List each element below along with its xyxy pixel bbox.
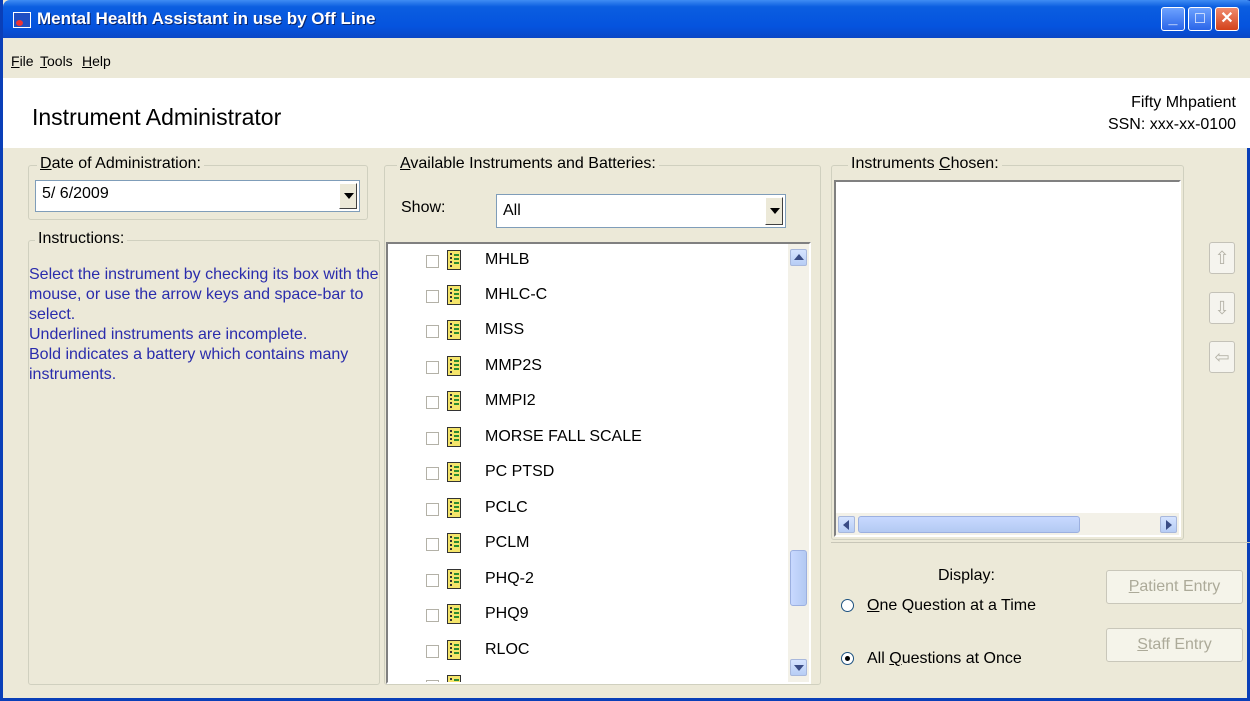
scroll-right-icon[interactable] xyxy=(1160,516,1177,533)
instructions-label: Instructions: xyxy=(35,230,128,248)
instrument-icon xyxy=(447,498,461,518)
checkbox[interactable] xyxy=(426,680,439,682)
app-window: Mental Health Assistant in use by Off Li… xyxy=(0,0,1250,701)
date-picker[interactable]: 5/ 6/2009 xyxy=(35,180,360,212)
checkbox[interactable] xyxy=(426,467,439,480)
instrument-icon xyxy=(447,640,461,660)
move-down-button[interactable]: ⇩ xyxy=(1209,292,1235,324)
scroll-thumb[interactable] xyxy=(858,516,1080,533)
instrument-icon xyxy=(447,285,461,305)
scroll-thumb[interactable] xyxy=(790,550,807,606)
show-filter-select[interactable]: All xyxy=(496,194,786,228)
radio-button[interactable] xyxy=(841,652,854,665)
instrument-icon xyxy=(447,427,461,447)
checkbox[interactable] xyxy=(426,255,439,268)
list-item[interactable]: MHLC-C xyxy=(388,283,778,317)
instruction-line: Bold indicates a battery which contains … xyxy=(29,346,349,383)
patient-entry-button[interactable]: Patient Entry xyxy=(1106,570,1243,604)
app-icon[interactable] xyxy=(13,12,31,28)
radio-button[interactable] xyxy=(841,599,854,612)
title-bar[interactable]: Mental Health Assistant in use by Off Li… xyxy=(3,0,1250,38)
remove-button[interactable]: ⇦ xyxy=(1209,341,1235,373)
menu-bar: File Tools Help xyxy=(3,38,1250,78)
menu-file[interactable]: File xyxy=(11,53,34,69)
patient-ssn: SSN: xxx-xx-0100 xyxy=(1107,116,1236,133)
date-group-label: Date of Administration: xyxy=(37,155,204,173)
page-title: Instrument Administrator xyxy=(32,104,282,130)
close-button[interactable]: ✕ xyxy=(1215,7,1239,31)
checkbox[interactable] xyxy=(426,538,439,551)
checkbox[interactable] xyxy=(426,645,439,658)
instrument-icon xyxy=(447,569,461,589)
instrument-icon xyxy=(447,250,461,270)
instrument-icon xyxy=(447,533,461,553)
display-label: Display: xyxy=(938,567,995,584)
minimize-button[interactable]: _ xyxy=(1161,7,1185,31)
list-item[interactable] xyxy=(388,673,778,682)
date-dropdown-button[interactable] xyxy=(339,183,357,209)
maximize-button[interactable]: □ xyxy=(1188,7,1212,31)
checkbox[interactable] xyxy=(426,574,439,587)
instrument-icon xyxy=(447,604,461,624)
list-item[interactable]: RLOC xyxy=(388,638,778,672)
list-item[interactable]: PHQ9 xyxy=(388,602,778,636)
checkbox[interactable] xyxy=(426,325,439,338)
list-item[interactable]: PCLC xyxy=(388,496,778,530)
checkbox[interactable] xyxy=(426,396,439,409)
scroll-down-icon[interactable] xyxy=(790,659,807,676)
show-dropdown-button[interactable] xyxy=(765,197,783,225)
header-panel: Instrument Administrator Fifty Mhpatient… xyxy=(3,78,1250,148)
window-title: Mental Health Assistant in use by Off Li… xyxy=(37,9,376,28)
instruction-line: Select the instrument by checking its bo… xyxy=(29,266,379,323)
instrument-icon xyxy=(447,391,461,411)
list-item[interactable]: PHQ-2 xyxy=(388,567,778,601)
instrument-list-scrollbar[interactable] xyxy=(788,244,809,682)
checkbox[interactable] xyxy=(426,503,439,516)
menu-tools[interactable]: Tools xyxy=(40,53,73,69)
date-value: 5/ 6/2009 xyxy=(42,185,109,202)
list-item[interactable]: MMP2S xyxy=(388,354,778,388)
list-item[interactable]: MORSE FALL SCALE xyxy=(388,425,778,459)
checkbox[interactable] xyxy=(426,290,439,303)
checkbox[interactable] xyxy=(426,432,439,445)
instrument-icon xyxy=(447,356,461,376)
show-label: Show: xyxy=(401,199,446,216)
instructions-text: Select the instrument by checking its bo… xyxy=(29,265,381,385)
chosen-list-hscrollbar[interactable] xyxy=(836,513,1179,535)
scroll-up-icon[interactable] xyxy=(790,249,807,266)
instrument-icon xyxy=(447,320,461,340)
patient-name: Fifty Mhpatient xyxy=(1131,94,1236,111)
menu-help[interactable]: Help xyxy=(82,53,111,69)
list-item[interactable]: MHLB xyxy=(388,248,778,282)
list-item[interactable]: MMPI2 xyxy=(388,389,778,423)
instructions-group: Instructions: Select the instrument by c… xyxy=(28,230,381,685)
chosen-list[interactable] xyxy=(834,180,1181,537)
instrument-icon xyxy=(447,675,461,682)
move-up-button[interactable]: ⇧ xyxy=(1209,242,1235,274)
scroll-left-icon[interactable] xyxy=(838,516,855,533)
available-group-label: Available Instruments and Batteries: xyxy=(397,155,659,173)
staff-entry-button[interactable]: Staff Entry xyxy=(1106,628,1243,662)
instruction-line: Underlined instruments are incomplete. xyxy=(29,326,308,343)
list-item[interactable]: MISS xyxy=(388,318,778,352)
chosen-group-label: Instruments Chosen: xyxy=(848,155,1002,173)
list-item[interactable]: PC PTSD xyxy=(388,460,778,494)
checkbox[interactable] xyxy=(426,361,439,374)
show-filter-value: All xyxy=(503,202,521,219)
checkbox[interactable] xyxy=(426,609,439,622)
list-item[interactable]: PCLM xyxy=(388,531,778,565)
instrument-icon xyxy=(447,462,461,482)
instrument-list[interactable]: MHLB MHLC-C MISS MMP2S MMPI2 MORSE FALL … xyxy=(386,242,811,684)
